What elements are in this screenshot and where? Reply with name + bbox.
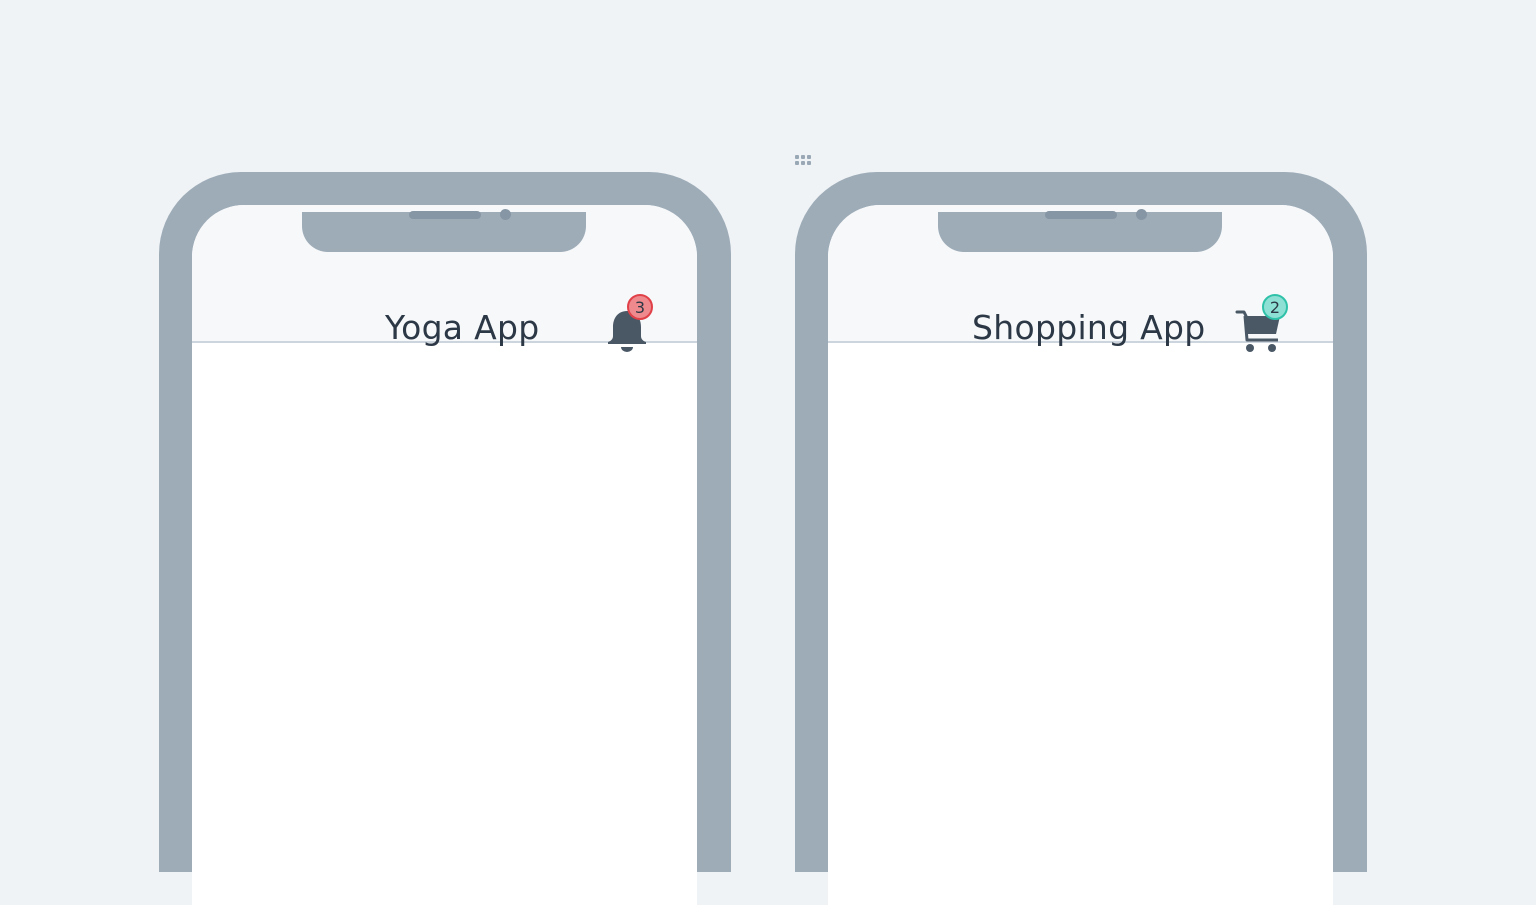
phone-frame-shopping: Shopping App 2 [795, 172, 1367, 905]
phone-speaker [409, 211, 481, 219]
phone-frame-yoga: Yoga App 3 [159, 172, 731, 905]
cart-button[interactable]: 2 [1234, 294, 1288, 357]
phone-screen: Shopping App 2 [828, 205, 1333, 905]
notification-badge: 3 [627, 294, 653, 320]
phone-camera [1136, 209, 1147, 220]
notification-button[interactable]: 3 [601, 294, 653, 357]
cart-badge: 2 [1262, 294, 1288, 320]
app-title: Shopping App [972, 308, 1206, 347]
app-title: Yoga App [385, 308, 540, 347]
phone-screen: Yoga App 3 [192, 205, 697, 905]
phone-speaker [1045, 211, 1117, 219]
phone-camera [500, 209, 511, 220]
drag-handle[interactable] [795, 155, 815, 167]
